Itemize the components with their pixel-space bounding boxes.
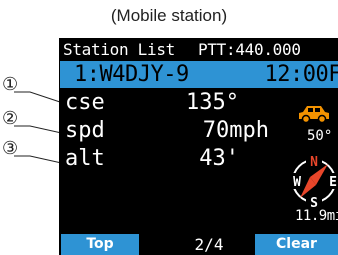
compass-icon: N W E S: [288, 152, 338, 214]
station-callsign: 1:W4DJY-9: [74, 62, 189, 87]
callout-2: ②: [0, 108, 67, 135]
course-label: cse: [65, 90, 105, 115]
figure-caption: (Mobile station): [110, 6, 228, 25]
ptt-frequency: PTT:440.000: [198, 40, 301, 59]
compass-e: E: [329, 175, 337, 190]
page-indicator: 2/4: [194, 235, 224, 254]
compass-w: W: [293, 175, 301, 190]
callout-1: ①: [0, 74, 67, 105]
altitude-value: 43': [199, 146, 239, 171]
temperature-value: 50°: [307, 128, 333, 144]
callout-3: ③: [0, 138, 67, 165]
course-value: 135°: [186, 90, 239, 115]
selected-station-bar[interactable]: 1:W4DJY-9 12:00F: [60, 61, 338, 88]
screen-header: Station List PTT:440.000: [63, 40, 335, 59]
callout-1-leader: [14, 91, 67, 105]
callout-2-leader: [14, 125, 67, 135]
car-icon: [297, 104, 331, 128]
screen-title: Station List: [63, 40, 175, 59]
speed-value: 70mph: [202, 118, 269, 143]
speed-label: spd: [65, 118, 105, 143]
altitude-label: alt: [65, 146, 105, 171]
clear-softkey[interactable]: Clear: [255, 234, 338, 255]
callout-3-leader: [14, 155, 67, 165]
top-softkey[interactable]: Top: [61, 234, 139, 255]
distance-value: 11.9mi: [295, 208, 338, 224]
radio-screen: Station List PTT:440.000 1:W4DJY-9 12:00…: [59, 38, 338, 255]
station-time: 12:00F: [264, 62, 338, 87]
compass-n: N: [310, 155, 318, 170]
